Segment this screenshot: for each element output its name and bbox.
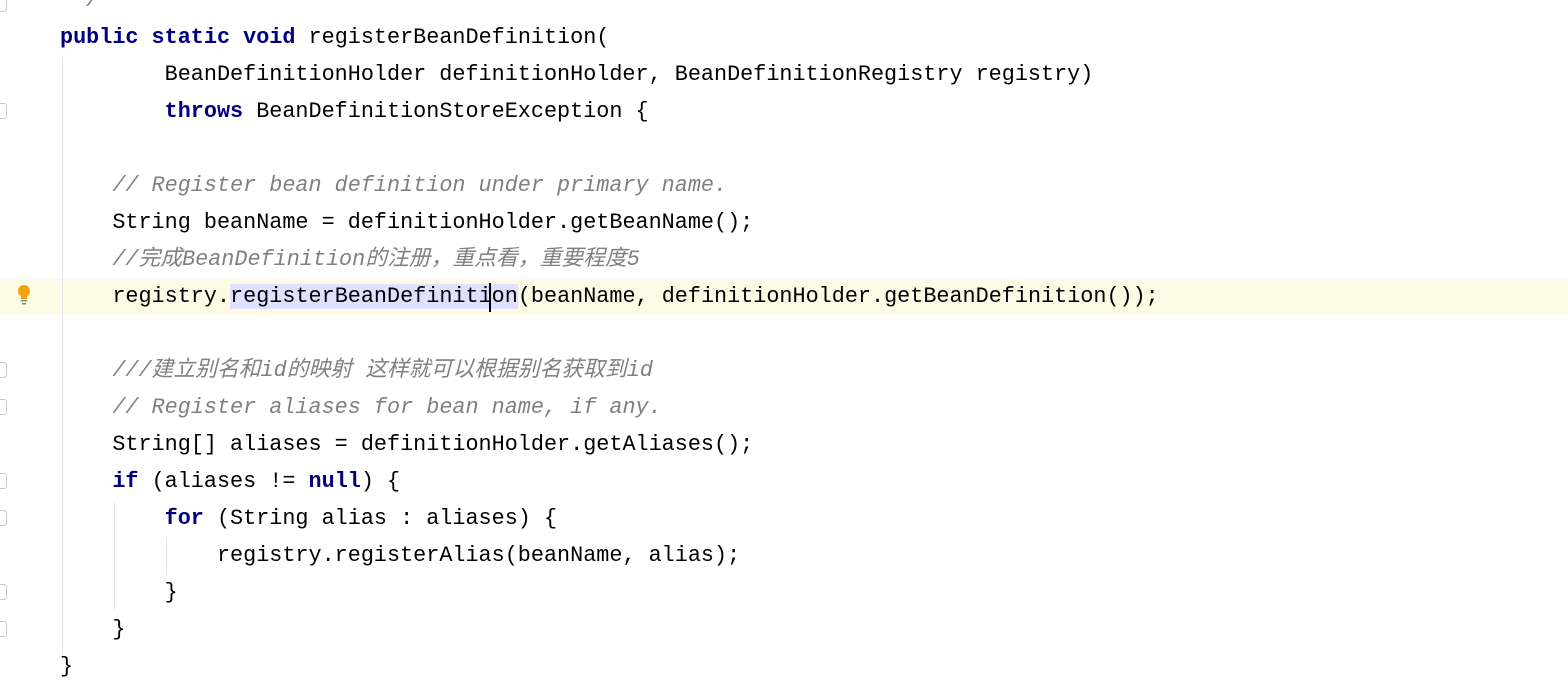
code-line: String[] aliases = definitionHolder.getA… (112, 426, 753, 463)
code-line: // Register aliases for bean name, if an… (112, 389, 661, 426)
code-token: } (164, 580, 178, 605)
fold-marker-icon[interactable] (0, 510, 7, 526)
code-token: (String alias : aliases) { (203, 506, 558, 531)
keyword-token: public static void (60, 25, 296, 50)
code-line: */ (60, 0, 99, 19)
fold-marker-icon[interactable] (0, 621, 7, 637)
fold-marker-icon[interactable] (0, 103, 7, 119)
code-line: throws BeanDefinitionStoreException { (165, 93, 649, 130)
comment-token: //完成BeanDefinition的注册，重点看，重要程度5 (112, 247, 640, 272)
code-line: //完成BeanDefinition的注册，重点看，重要程度5 (112, 241, 640, 278)
code-token: ) { (360, 469, 401, 494)
indent-guide (62, 58, 63, 653)
code-token: BeanDefinitionStoreException { (243, 99, 649, 124)
code-token: registry.registerAlias(beanName, alias); (216, 543, 741, 568)
code-line: } (60, 648, 73, 685)
keyword-token: throws (164, 99, 244, 124)
fold-marker-icon[interactable] (0, 584, 7, 600)
comment-token: */ (60, 0, 100, 13)
code-line: registry.registerAlias(beanName, alias); (217, 537, 740, 574)
code-token: String[] aliases = definitionHolder.getA… (112, 432, 754, 457)
code-line: public static void registerBeanDefinitio… (60, 19, 609, 56)
intention-bulb-icon[interactable] (17, 284, 31, 306)
code-token: (beanName, definitionHolder.getBeanDefin… (517, 284, 1159, 309)
text-caret (489, 283, 491, 312)
keyword-token: for (164, 506, 204, 531)
code-token: } (112, 617, 126, 642)
code-line: ///建立别名和id的映射 这样就可以根据别名获取到id (112, 352, 653, 389)
indent-guide (166, 539, 167, 575)
keyword-token: null (308, 469, 361, 494)
code-line: registry.registerBeanDefinition(beanName… (112, 278, 1159, 315)
comment-token: // Register aliases for bean name, if an… (112, 395, 662, 420)
code-line: } (165, 574, 178, 611)
code-line: if (aliases != null) { (112, 463, 400, 500)
comment-token: // Register bean definition under primar… (112, 173, 728, 198)
code-token: } (60, 654, 74, 679)
code-line: for (String alias : aliases) { (165, 500, 557, 537)
fold-marker-icon[interactable] (0, 0, 7, 12)
code-line: String beanName = definitionHolder.getBe… (112, 204, 753, 241)
fold-marker-icon[interactable] (0, 473, 7, 489)
keyword-token: if (112, 469, 139, 494)
indent-guide (114, 502, 115, 610)
code-token: String beanName = definitionHolder.getBe… (112, 210, 754, 235)
code-line: BeanDefinitionHolder definitionHolder, B… (165, 56, 1094, 93)
code-line: // Register bean definition under primar… (112, 167, 727, 204)
code-token: registry. (112, 284, 231, 309)
fold-marker-icon[interactable] (0, 362, 7, 378)
comment-token: ///建立别名和id的映射 这样就可以根据别名获取到id (112, 358, 653, 383)
selected-token: registerBeanDefinition (230, 284, 518, 309)
code-line: } (112, 611, 125, 648)
fold-marker-icon[interactable] (0, 399, 7, 415)
code-token: registerBeanDefinition( (295, 25, 610, 50)
code-token: (aliases != (138, 469, 309, 494)
code-token: BeanDefinitionHolder definitionHolder, B… (164, 62, 1094, 87)
